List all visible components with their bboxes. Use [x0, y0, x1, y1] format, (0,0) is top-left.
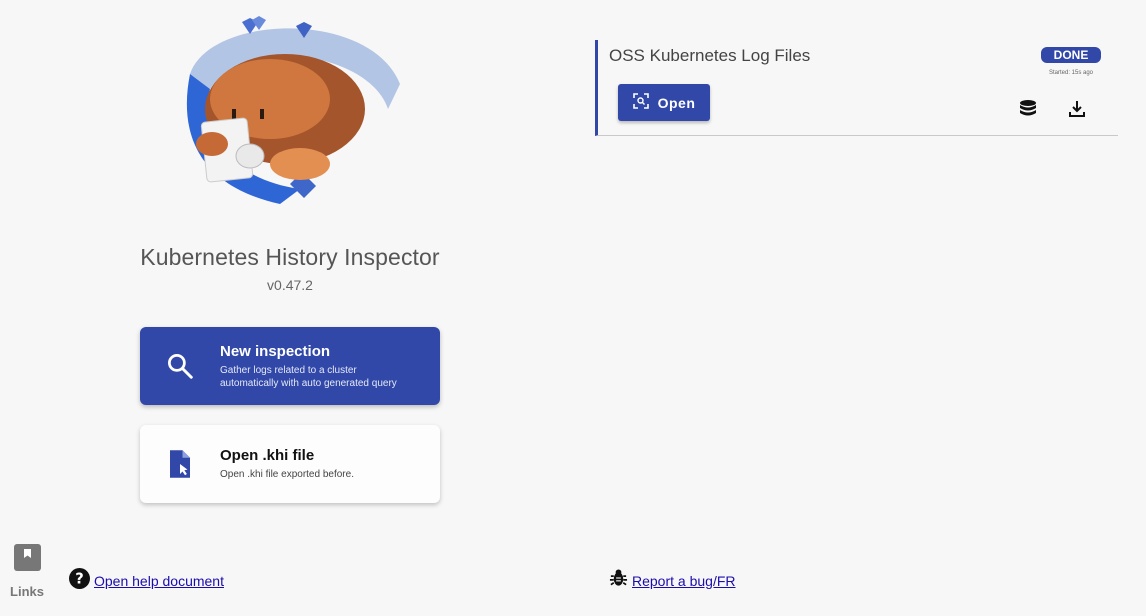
open-khi-desc: Open .khi file exported before.	[220, 469, 354, 480]
new-inspection-title: New inspection	[220, 342, 331, 360]
help-link-group: ? Open help document	[69, 568, 224, 594]
database-icon[interactable]	[1016, 97, 1040, 121]
download-icon[interactable]	[1065, 97, 1089, 121]
new-inspection-desc-1: Gather logs related to a cluster	[220, 364, 357, 376]
help-document-link[interactable]: Open help document	[94, 573, 224, 589]
links-nav-button[interactable]: Links	[6, 544, 48, 599]
new-inspection-desc-2: automatically with auto generated query	[220, 377, 397, 389]
help-icon: ?	[69, 568, 90, 594]
links-label: Links	[10, 584, 44, 599]
file-open-icon	[140, 449, 220, 479]
search-icon	[140, 351, 220, 381]
open-label: Open	[657, 94, 696, 111]
svg-text:?: ?	[75, 571, 84, 588]
open-khi-file-button[interactable]: Open .khi file Open .khi file exported b…	[140, 425, 440, 503]
bug-icon	[609, 568, 628, 593]
task-title: OSS Kubernetes Log Files	[609, 46, 811, 65]
bug-link-group: Report a bug/FR	[609, 568, 736, 593]
open-result-button[interactable]: Open	[618, 84, 710, 121]
app-version: v0.47.2	[267, 277, 313, 293]
bookmark-icon	[13, 544, 41, 576]
open-khi-title: Open .khi file	[220, 447, 315, 464]
report-bug-link[interactable]: Report a bug/FR	[632, 573, 736, 589]
new-inspection-button[interactable]: New inspection Gather logs related to a …	[140, 327, 440, 405]
mascot-logo	[170, 14, 410, 214]
status-badge: DONE	[1041, 47, 1101, 63]
task-panel: OSS Kubernetes Log Files DONE Started: 1…	[595, 40, 1118, 136]
page: Kubernetes History Inspector v0.47.2 New…	[0, 0, 1146, 616]
view-icon	[632, 93, 649, 112]
app-title: Kubernetes History Inspector	[140, 244, 440, 270]
started-time: Started: 15s ago	[1048, 70, 1094, 76]
